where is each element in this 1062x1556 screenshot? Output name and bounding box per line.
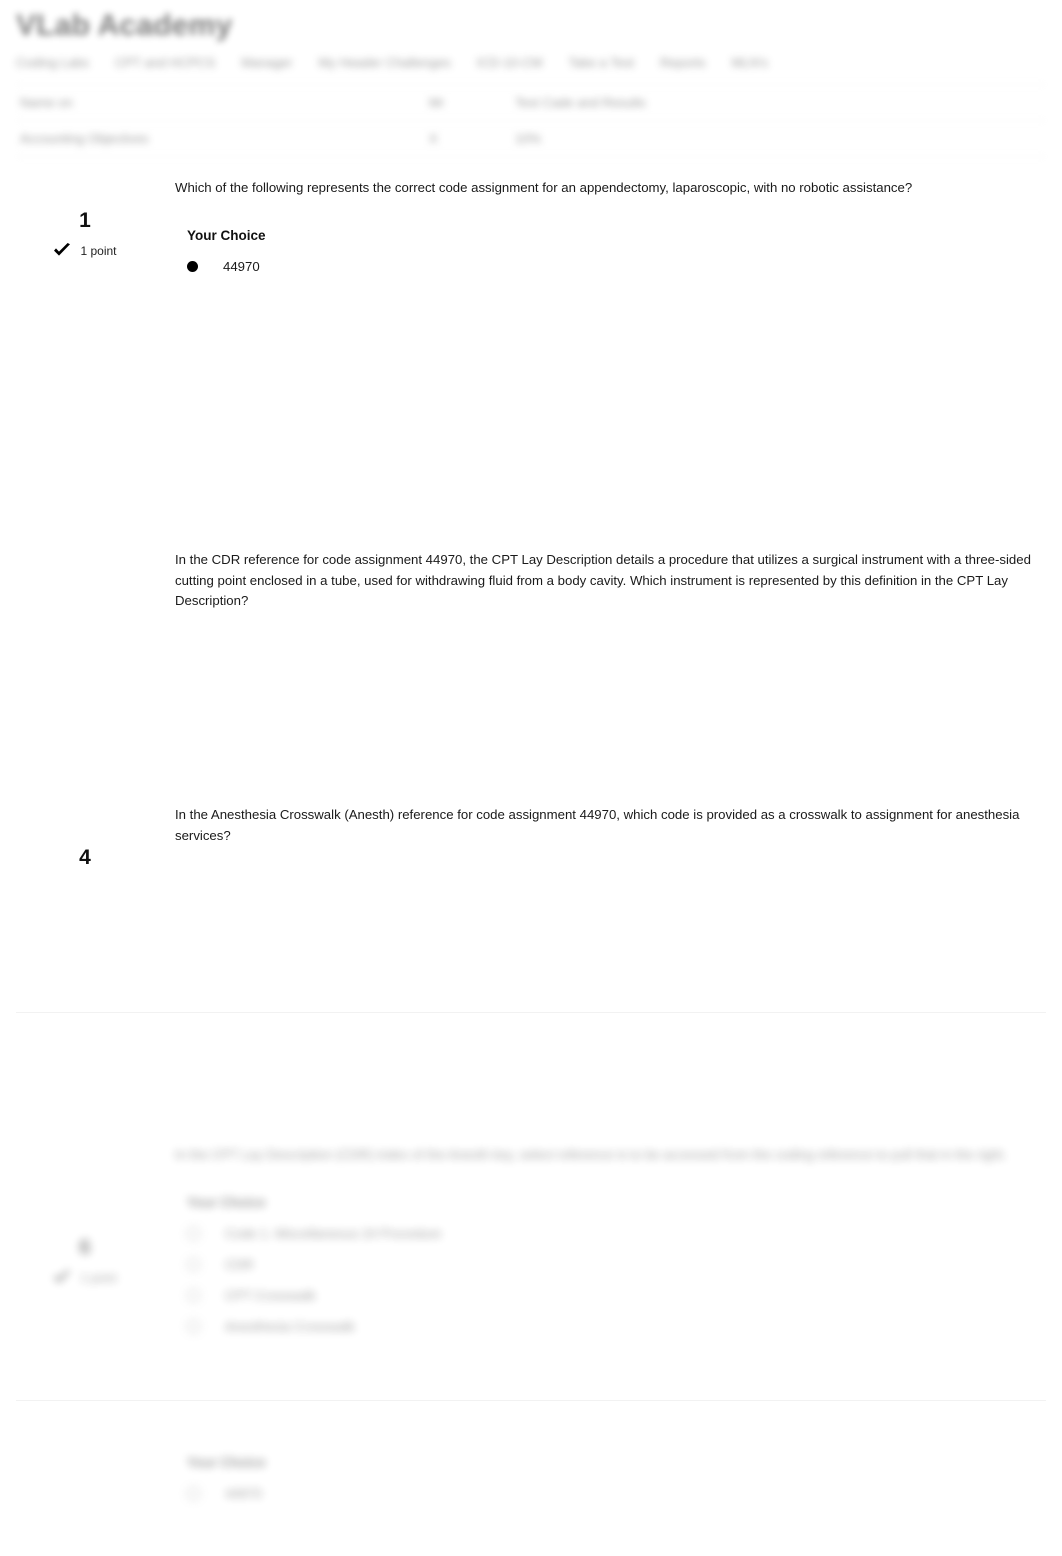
- meta-mid: X: [425, 120, 511, 157]
- list-item[interactable]: Code 1. Miscellaneous 24 Procedure: [187, 1226, 1048, 1241]
- choice-text: 44970: [225, 1486, 262, 1501]
- meta-label: Name on: [16, 84, 426, 121]
- page-header: VLab Academy Coding Labs CPT and HCPCS M…: [0, 0, 1062, 157]
- question-block-3: 4 In the Anesthesia Crosswalk (Anesth) r…: [0, 805, 1062, 868]
- main-navigation[interactable]: Coding Labs CPT and HCPCS Manager My Hea…: [16, 55, 1046, 70]
- question-1-body: Which of the following represents the co…: [175, 178, 1062, 274]
- choice-text: CPT Crosswalk: [225, 1287, 316, 1303]
- choice-text: Code 1. Miscellaneous 24 Procedure: [225, 1225, 442, 1241]
- table-row: Name on Mr Test Cade and Results: [16, 84, 1046, 121]
- your-choice-label: Your Choice: [187, 227, 266, 243]
- nav-item-manager[interactable]: Manager: [241, 55, 292, 70]
- your-choice-label: Your Choice: [187, 1455, 266, 1470]
- meta-value: 10%: [510, 120, 1046, 157]
- question-5-body: Your Choice 44970: [175, 1455, 1062, 1501]
- check-icon: [53, 243, 71, 258]
- question-block-5: Your Choice 44970: [0, 1455, 1062, 1501]
- radio-unselected-icon[interactable]: [187, 1226, 200, 1240]
- nav-item-my-header-challenges[interactable]: My Header Challenges: [319, 55, 451, 70]
- question-number: 4: [79, 846, 91, 869]
- section-divider: [16, 1400, 1046, 1401]
- check-icon: [53, 1270, 71, 1285]
- your-choice-label: Your Choice: [187, 1194, 266, 1210]
- question-points: 1 point: [80, 243, 117, 258]
- question-text: In the CPT Lay Description (CDR) index o…: [175, 1147, 1007, 1162]
- radio-unselected-icon[interactable]: [187, 1288, 200, 1302]
- choice-text: CDR: [225, 1256, 254, 1272]
- question-3-body: In the Anesthesia Crosswalk (Anesth) ref…: [175, 805, 1062, 846]
- question-4-gutter: 6 1 point: [0, 1237, 170, 1285]
- radio-unselected-icon[interactable]: [187, 1319, 200, 1333]
- list-item[interactable]: CPT Crosswalk: [187, 1288, 1048, 1303]
- question-number: 6: [79, 1236, 91, 1259]
- radio-unselected-icon[interactable]: [187, 1257, 200, 1271]
- question-score: 1 point: [0, 243, 170, 258]
- choice-text: 44970: [223, 258, 260, 274]
- question-text: Which of the following represents the co…: [175, 180, 913, 195]
- meta-value: Test Cade and Results: [510, 84, 1046, 121]
- nav-item-reports[interactable]: Reports: [660, 55, 706, 70]
- meta-mid: Mr: [425, 84, 511, 121]
- question-4-body: In the CPT Lay Description (CDR) index o…: [175, 1145, 1062, 1334]
- question-1-gutter: 1 1 point: [0, 210, 170, 258]
- question-2-body: In the CDR reference for code assignment…: [175, 550, 1062, 612]
- question-3-gutter: 4: [0, 847, 170, 868]
- page-title: VLab Academy: [16, 9, 233, 42]
- list-item[interactable]: Anesthesia Crosswalk: [187, 1319, 1048, 1334]
- question-number: 1: [79, 209, 91, 232]
- radio-selected-icon[interactable]: [187, 260, 198, 272]
- question-text: In the Anesthesia Crosswalk (Anesth) ref…: [175, 807, 1020, 843]
- radio-unselected-icon[interactable]: [187, 1487, 200, 1500]
- nav-item-coding-labs[interactable]: Coding Labs: [16, 55, 89, 70]
- list-item[interactable]: 44970: [187, 1486, 1048, 1501]
- list-item[interactable]: CDR: [187, 1257, 1048, 1272]
- question-block-1: 1 1 point Which of the following represe…: [0, 178, 1062, 274]
- nav-item-mlns[interactable]: MLN's: [732, 55, 768, 70]
- meta-label: Accounting Objectives: [16, 120, 426, 157]
- test-meta-table: Name on Mr Test Cade and Results Account…: [16, 84, 1046, 157]
- question-text: In the CDR reference for code assignment…: [175, 552, 1031, 608]
- table-row: Accounting Objectives X 10%: [16, 120, 1046, 157]
- nav-item-cpt-hcpcs[interactable]: CPT and HCPCS: [115, 55, 215, 70]
- question-score: 1 point: [0, 1270, 170, 1285]
- nav-item-icd-10-cm[interactable]: ICD-10-CM: [477, 55, 543, 70]
- question-block-2: In the CDR reference for code assignment…: [0, 550, 1062, 612]
- section-divider: [16, 1012, 1046, 1013]
- nav-item-take-a-test[interactable]: Take a Test: [568, 55, 634, 70]
- list-item[interactable]: 44970: [187, 259, 1048, 274]
- question-points: 1 point: [80, 1270, 117, 1285]
- question-block-4: 6 1 point In the CPT Lay Description (CD…: [0, 1145, 1062, 1334]
- choice-text: Anesthesia Crosswalk: [225, 1318, 355, 1334]
